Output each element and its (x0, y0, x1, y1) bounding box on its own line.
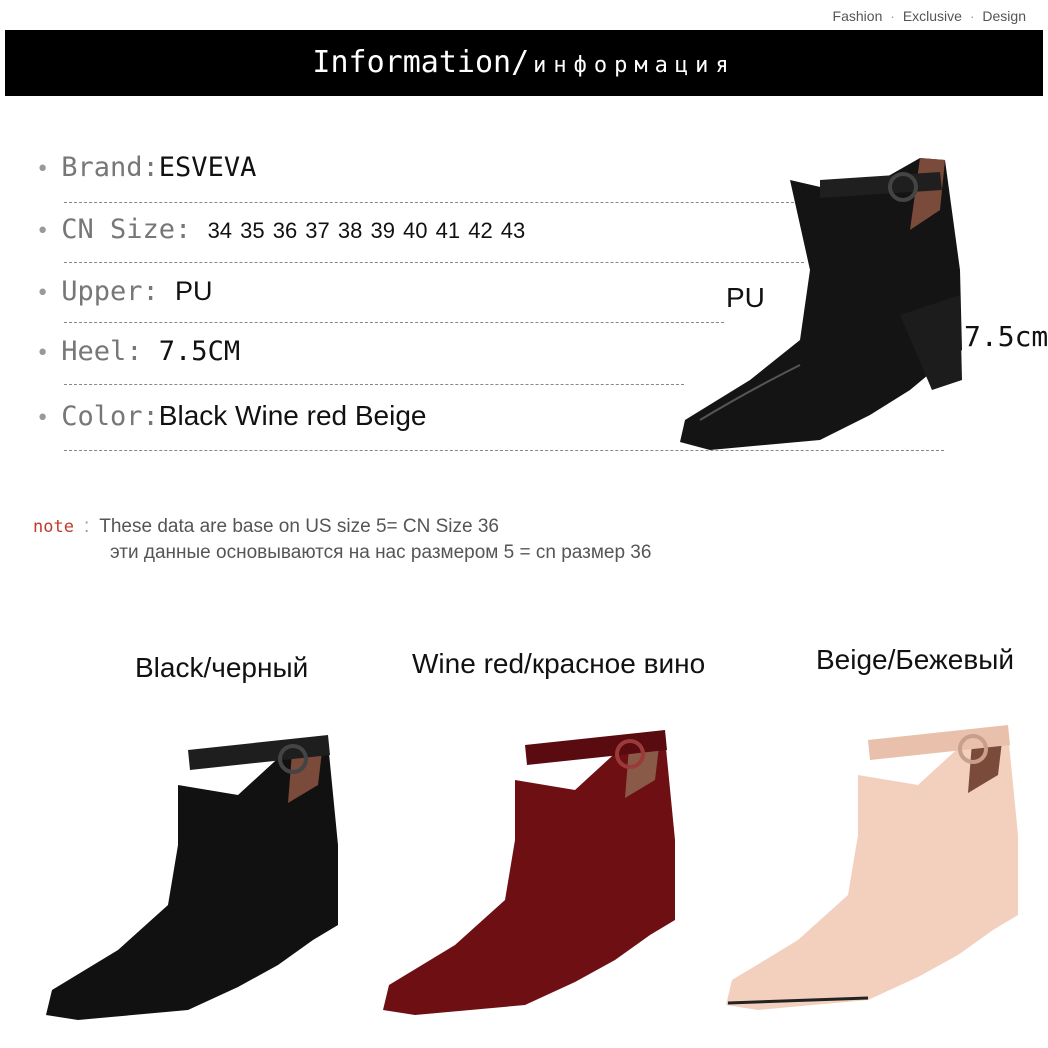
banner-title-en: Information (312, 45, 512, 80)
tagline-separator: · (969, 8, 975, 24)
tagline-separator: · (890, 8, 895, 24)
color-value: Black Wine red Beige (158, 400, 427, 431)
note-label: note (33, 517, 74, 537)
bullet-icon: • (36, 406, 50, 431)
spec-color: • Color:Black Wine red Beige (36, 400, 426, 440)
size-value: 34 35 36 37 38 39 40 41 42 43 (207, 218, 526, 243)
divider (64, 384, 684, 385)
tagline-exclusive: Exclusive (902, 8, 962, 24)
note-line-2: эти данные основываются на нас размером … (110, 542, 652, 563)
spec-upper: • Upper: PU (36, 276, 213, 316)
variant-caption-beige: Beige/Бежевый (816, 644, 1014, 675)
spec-heel: • Heel: 7.5CM (36, 336, 240, 376)
brand-label: Brand: (61, 152, 159, 183)
spec-size: • CN Size: 34 35 36 37 38 39 40 41 42 43 (36, 214, 525, 254)
tagline: Fashion · Exclusive · Design (833, 8, 1026, 24)
size-label: CN Size: (61, 214, 192, 245)
note-line-1: These data are base on US size 5= CN Siz… (99, 516, 499, 537)
upper-label: Upper: (61, 276, 176, 307)
divider (64, 322, 724, 323)
heel-value: 7.5CM (158, 336, 241, 367)
color-label: Color: (61, 401, 159, 432)
banner-title-ru: информация (533, 53, 736, 78)
boot-image-beige (726, 725, 1018, 1010)
tagline-design: Design (982, 8, 1026, 24)
bullet-icon: • (36, 281, 50, 306)
tagline-fashion: Fashion (832, 8, 883, 24)
boot-illustration-main (680, 158, 962, 450)
variant-caption-black: Black/черный (135, 652, 309, 683)
information-banner: Information/информация (5, 30, 1043, 96)
boot-image-wine-red (383, 730, 675, 1015)
note-colon: : (83, 516, 90, 537)
note: note: These data are base on US size 5= C… (33, 516, 651, 563)
boot-image-black (46, 735, 338, 1020)
material-label: PU (726, 282, 765, 313)
banner-slash: / (511, 45, 530, 80)
bullet-icon: • (36, 157, 50, 182)
heel-height-label: 7.5cm (964, 320, 1048, 353)
heel-label: Heel: (61, 336, 159, 367)
spec-brand: • Brand:ESVEVA (36, 152, 256, 192)
bullet-icon: • (36, 341, 50, 366)
bullet-icon: • (36, 219, 50, 244)
brand-value: ESVEVA (158, 152, 257, 183)
variant-caption-wine-red: Wine red/красное вино (412, 648, 706, 679)
upper-value: PU (175, 276, 213, 306)
